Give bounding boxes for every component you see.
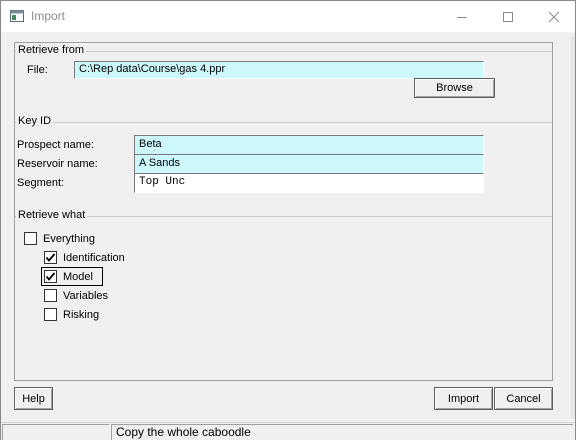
- key-id-divider: [15, 122, 552, 123]
- import-dialog: Import Retrieve from File: C:\Rep data\C…: [0, 0, 576, 440]
- everything-label[interactable]: Everything: [43, 233, 95, 245]
- title-bar[interactable]: Import: [1, 1, 575, 32]
- reservoir-name-field[interactable]: A Sands: [134, 154, 484, 174]
- segment-field[interactable]: Top Unc: [134, 173, 484, 193]
- retrieve-from-heading: Retrieve from: [16, 44, 87, 56]
- identification-label[interactable]: Identification: [63, 252, 125, 264]
- import-button[interactable]: Import: [434, 387, 493, 410]
- prospect-name-label: Prospect name:: [17, 139, 95, 151]
- retrieve-what-heading: Retrieve what: [16, 209, 88, 221]
- everything-checkbox[interactable]: [24, 232, 37, 245]
- segment-label: Segment:: [17, 177, 65, 189]
- prospect-name-field[interactable]: Beta: [134, 135, 484, 155]
- app-window-icon: [10, 10, 24, 22]
- close-icon: [548, 11, 560, 22]
- risking-checkbox[interactable]: [44, 308, 57, 321]
- retrieve-what-divider: [15, 216, 552, 217]
- close-button[interactable]: [531, 1, 576, 32]
- reservoir-name-label: Reservoir name:: [17, 158, 98, 170]
- minimize-icon: [457, 16, 467, 18]
- minimize-button[interactable]: [439, 1, 485, 32]
- model-checkbox[interactable]: [44, 270, 57, 283]
- maximize-button[interactable]: [485, 1, 531, 32]
- maximize-icon: [503, 11, 513, 22]
- key-id-heading: Key ID: [16, 115, 54, 127]
- status-message: Copy the whole caboodle: [111, 424, 573, 440]
- checkmark-icon: [45, 253, 56, 262]
- window-title: Import: [31, 9, 66, 23]
- scrollbar-edge: [571, 37, 575, 419]
- risking-label[interactable]: Risking: [63, 309, 99, 321]
- dialog-client-area: Retrieve from File: C:\Rep data\Course\g…: [6, 34, 572, 419]
- file-path-field[interactable]: C:\Rep data\Course\gas 4.ppr: [74, 61, 484, 79]
- identification-checkbox[interactable]: [44, 251, 57, 264]
- retrieve-from-divider: [15, 51, 552, 52]
- variables-label[interactable]: Variables: [63, 290, 108, 302]
- cancel-button[interactable]: Cancel: [494, 387, 553, 410]
- status-bar: Copy the whole caboodle: [1, 422, 575, 440]
- options-panel: Retrieve from File: C:\Rep data\Course\g…: [14, 42, 553, 381]
- variables-checkbox[interactable]: [44, 289, 57, 302]
- model-label[interactable]: Model: [63, 271, 93, 283]
- help-button[interactable]: Help: [14, 387, 53, 410]
- status-pane-empty: [2, 424, 109, 440]
- file-label: File:: [27, 64, 48, 76]
- browse-button[interactable]: Browse: [414, 78, 495, 98]
- checkmark-icon: [45, 272, 56, 281]
